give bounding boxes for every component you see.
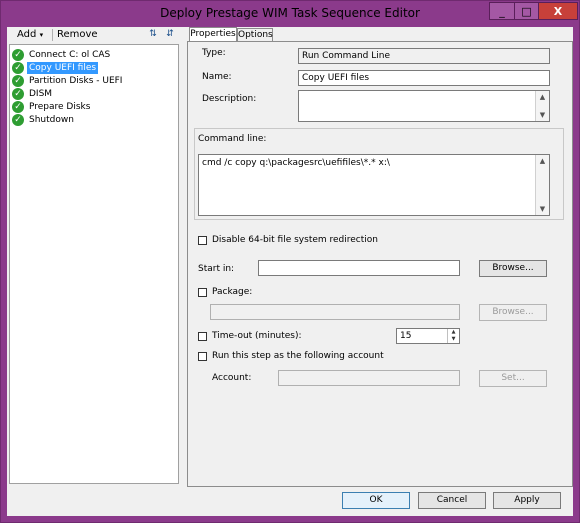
tab-options[interactable]: Options: [237, 28, 273, 41]
start-in-label: Start in:: [198, 264, 235, 274]
tree-item[interactable]: ✓ Connect C: ol CAS: [12, 48, 112, 61]
tree-item[interactable]: ✓ Shutdown: [12, 113, 76, 126]
type-field: Run Command Line: [298, 48, 550, 64]
check-icon: ✓: [12, 61, 24, 74]
close-button[interactable]: X: [538, 2, 578, 20]
title-bar[interactable]: Deploy Prestage WIM Task Sequence Editor…: [1, 1, 579, 27]
start-in-browse-button[interactable]: Browse...: [479, 260, 547, 277]
run-as-checkbox[interactable]: [198, 352, 207, 361]
minimize-button[interactable]: _: [489, 2, 515, 20]
timeout-checkbox[interactable]: [198, 332, 207, 341]
timeout-value: 15: [400, 331, 412, 341]
tree-item-label: Shutdown: [29, 114, 74, 125]
name-field[interactable]: Copy UEFI files: [298, 70, 550, 86]
tree-item-label: DISM: [29, 88, 53, 99]
command-line-label: Command line:: [198, 134, 267, 144]
spinner-arrows-icon[interactable]: ▲ ▼: [447, 329, 459, 343]
timeout-spinner[interactable]: 15 ▲ ▼: [396, 328, 460, 344]
tree-item[interactable]: ✓ DISM: [12, 87, 54, 100]
tree-item-label: Connect C: ol CAS: [29, 49, 111, 60]
name-label: Name:: [202, 72, 232, 82]
editor-window: Deploy Prestage WIM Task Sequence Editor…: [0, 0, 580, 523]
description-scrollbar[interactable]: ▲ ▼: [535, 91, 549, 121]
check-icon: ✓: [12, 87, 24, 100]
sequence-toolbar: Add ▾ Remove ⇅ ⇵: [9, 27, 179, 43]
check-icon: ✓: [12, 113, 24, 126]
apply-button[interactable]: Apply: [493, 492, 561, 509]
type-label: Type:: [202, 48, 226, 58]
maximize-button[interactable]: □: [514, 2, 539, 20]
tree-item[interactable]: ✓ Prepare Disks: [12, 100, 92, 113]
package-label: Package:: [212, 287, 253, 297]
move-up-icon[interactable]: ⇅: [148, 29, 158, 39]
chevron-down-icon: ▾: [39, 31, 44, 39]
account-field: [278, 370, 460, 386]
toolbar-divider: [52, 29, 53, 41]
tree-item-label: Prepare Disks: [29, 101, 91, 112]
description-label: Description:: [202, 94, 257, 104]
package-checkbox[interactable]: [198, 288, 207, 297]
add-label: Add: [17, 29, 37, 40]
check-icon: ✓: [12, 100, 24, 113]
command-line-scrollbar[interactable]: ▲ ▼: [535, 155, 549, 215]
scroll-up-icon[interactable]: ▲: [536, 155, 549, 167]
check-icon: ✓: [12, 48, 24, 61]
run-as-label: Run this step as the following account: [212, 351, 384, 361]
set-button: Set...: [479, 370, 547, 387]
disable-64bit-checkbox[interactable]: [198, 236, 207, 245]
tree-item[interactable]: ✓ Copy UEFI files: [12, 61, 99, 74]
scroll-up-icon[interactable]: ▲: [536, 91, 549, 103]
add-menu-button[interactable]: Add ▾: [17, 29, 43, 40]
task-sequence-tree[interactable]: ✓ Connect C: ol CAS ✓ Copy UEFI files ✓ …: [9, 44, 179, 484]
account-label: Account:: [212, 373, 252, 383]
package-field: [210, 304, 460, 320]
tab-properties[interactable]: Properties: [189, 27, 237, 42]
ok-button[interactable]: OK: [342, 492, 410, 509]
tree-item-label-selected: Copy UEFI files: [27, 61, 99, 74]
remove-button[interactable]: Remove: [57, 29, 98, 40]
tree-item-label: Partition Disks - UEFI: [29, 75, 123, 86]
left-pane: Add ▾ Remove ⇅ ⇵ ✓ Connect C: ol CAS ✓ C…: [7, 27, 181, 487]
command-line-text: cmd /c copy q:\packagesrc\uefifiles\*.* …: [202, 158, 390, 168]
cancel-button[interactable]: Cancel: [418, 492, 486, 509]
description-field[interactable]: ▲ ▼: [298, 90, 550, 122]
client-area: Add ▾ Remove ⇅ ⇵ ✓ Connect C: ol CAS ✓ C…: [7, 27, 573, 516]
command-line-field[interactable]: cmd /c copy q:\packagesrc\uefifiles\*.* …: [198, 154, 550, 216]
check-icon: ✓: [12, 74, 24, 87]
move-down-icon[interactable]: ⇵: [165, 29, 175, 39]
timeout-label: Time-out (minutes):: [212, 331, 302, 341]
start-in-field[interactable]: [258, 260, 460, 276]
dialog-button-bar: OK Cancel Apply: [7, 487, 573, 516]
scroll-down-icon[interactable]: ▼: [536, 203, 549, 215]
package-browse-button: Browse...: [479, 304, 547, 321]
scroll-down-icon[interactable]: ▼: [536, 109, 549, 121]
properties-panel: Type: Run Command Line Name: Copy UEFI f…: [187, 41, 573, 487]
right-pane: Properties Options Type: Run Command Lin…: [187, 27, 573, 487]
tree-item[interactable]: ✓ Partition Disks - UEFI: [12, 74, 124, 87]
disable-64bit-label: Disable 64-bit file system redirection: [212, 235, 378, 245]
